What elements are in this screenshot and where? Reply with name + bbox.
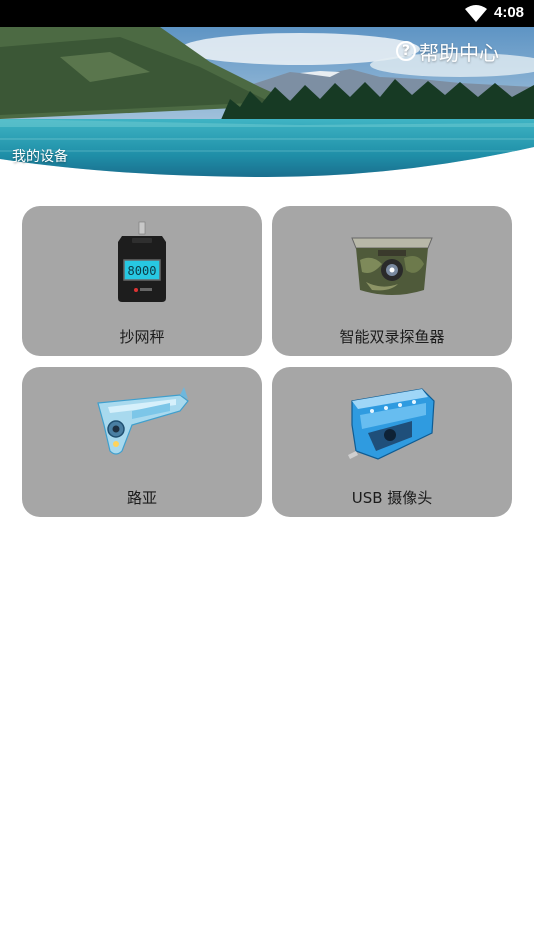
fish-finder-camera-icon — [351, 237, 433, 295]
help-center-link[interactable]: ? 帮助中心 — [396, 37, 499, 65]
device-card-scale[interactable]: 8000 抄网秤 — [22, 206, 262, 356]
device-label: USB 摄像头 — [351, 489, 433, 507]
wifi-icon — [465, 5, 487, 22]
section-title: 我的设备 — [12, 149, 68, 165]
device-label: 路亚 — [126, 489, 157, 507]
usb-camera-icon — [348, 388, 435, 460]
device-card-lure[interactable]: 路亚 — [22, 367, 262, 517]
device-label: 智能双录探鱼器 — [339, 328, 445, 346]
device-label: 抄网秤 — [119, 328, 165, 346]
device-card-fish-finder[interactable]: 智能双录探鱼器 — [272, 206, 512, 356]
scale-device-icon: 8000 — [118, 221, 166, 302]
help-center-label: 帮助中心 — [419, 40, 499, 65]
lure-camera-icon — [97, 387, 189, 455]
device-card-usb-camera[interactable]: USB 摄像头 — [272, 367, 512, 517]
status-bar: 4:08 — [0, 0, 534, 27]
clock: 4:08 — [494, 4, 525, 21]
question-circle-icon: ? — [396, 41, 416, 61]
svg-text:8000: 8000 — [128, 264, 157, 278]
